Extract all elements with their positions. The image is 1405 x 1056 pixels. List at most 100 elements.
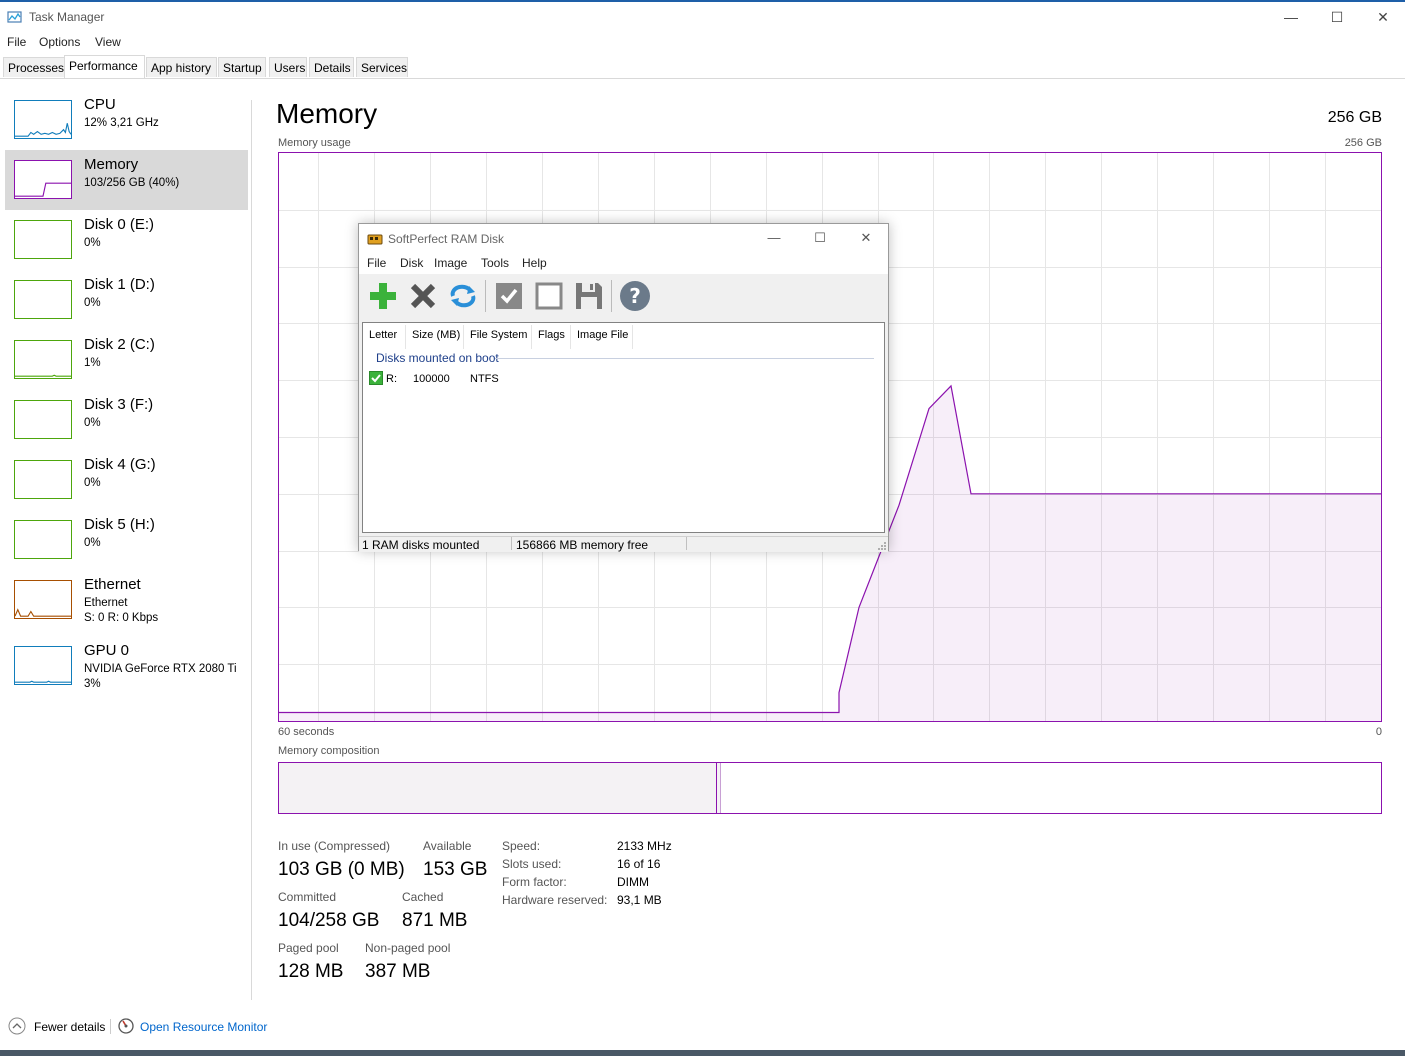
form-factor-value: DIMM [617,875,649,889]
sidebar-thumbnail-graph [14,520,72,559]
menu-file[interactable]: File [7,35,26,49]
column-image-file[interactable]: Image File [577,329,628,341]
sidebar-item-detail: Ethernet [84,597,128,609]
sidebar-item-disk-1-d[interactable]: Disk 1 (D:) 0% [5,270,248,330]
cached-label: Cached [402,890,444,904]
row-letter[interactable]: R: [386,373,397,385]
in-use-label: In use (Compressed) [278,839,391,853]
non-paged-pool-label: Non-paged pool [365,941,451,955]
resize-grip-icon[interactable] [877,540,887,550]
remove-disk-icon[interactable] [407,278,439,314]
sidebar-item-ethernet[interactable]: Ethernet Ethernet S: 0 R: 0 Kbps [5,570,248,630]
column-file-system[interactable]: File System [470,329,527,341]
footer-separator [110,1019,111,1034]
sidebar-thumbnail-graph [14,400,72,439]
ramdisk-window[interactable]: SoftPerfect RAM Disk — ☐ ✕ File Disk Ima… [358,223,889,552]
refresh-icon[interactable] [447,278,479,314]
available-value: 153 GB [423,859,488,880]
ramdisk-menu-file[interactable]: File [367,256,386,270]
memory-usage-max: 256 GB [1344,137,1382,149]
sidebar-item-detail: NVIDIA GeForce RTX 2080 Ti [84,663,237,675]
ramdisk-maximize-button[interactable]: ☐ [797,224,843,252]
sidebar-item-name: Disk 3 (F:) [84,396,154,413]
sidebar-item-cpu[interactable]: CPU 12% 3,21 GHz [5,90,248,150]
tab-startup[interactable]: Startup [218,57,266,77]
tab-users[interactable]: Users [269,57,307,77]
add-disk-icon[interactable] [367,278,399,314]
sidebar-item-detail: 103/256 GB (40%) [84,177,180,189]
ramdisk-window-title: SoftPerfect RAM Disk [388,232,505,246]
sidebar-item-detail: 0% [84,237,101,249]
sidebar-item-disk-0-e[interactable]: Disk 0 (E:) 0% [5,210,248,270]
minimize-button[interactable]: — [1268,2,1314,32]
help-icon[interactable]: ? [619,278,651,314]
sidebar-item-detail: 1% [84,357,101,369]
group-divider [495,358,874,359]
tab-app-history[interactable]: App history [146,57,217,77]
memory-composition-label: Memory composition [278,745,380,757]
column-separator [463,325,464,349]
ramdisk-app-icon [367,232,383,246]
taskbar-edge [0,1050,1405,1056]
tab-services[interactable]: Services [356,57,408,77]
column-size[interactable]: Size (MB) [412,329,460,341]
window-title: Task Manager [29,10,105,24]
speed-value: 2133 MHz [617,839,672,853]
chevron-up-icon[interactable] [8,1017,26,1035]
sidebar-thumbnail-graph [14,100,72,139]
sidebar-item-disk-5-h[interactable]: Disk 5 (H:) 0% [5,510,248,570]
sidebar-item-disk-4-g[interactable]: Disk 4 (G:) 0% [5,450,248,510]
composition-in-use [279,763,717,813]
sidebar-item-detail: 0% [84,477,101,489]
sidebar-thumbnail-graph [14,580,72,619]
maximize-button[interactable]: ☐ [1314,2,1360,32]
sidebar-item-detail-2: 3% [84,678,101,690]
sidebar-sparkline [14,608,71,617]
sidebar-sparkline [15,680,71,683]
toolbar-separator [485,280,486,312]
sidebar-item-memory[interactable]: Memory 103/256 GB (40%) [5,150,248,210]
sidebar-thumbnail-graph [14,646,72,685]
page-title: Memory [276,98,378,129]
composition-modified [717,763,721,813]
title-bar[interactable] [0,2,1405,32]
sidebar-item-name: Memory [84,156,139,173]
save-image-icon[interactable] [573,278,605,314]
group-header[interactable]: Disks mounted on boot [376,351,499,365]
status-disks-mounted: 1 RAM disks mounted [362,538,480,552]
sidebar-thumbnail-graph [14,280,72,319]
sidebar-item-disk-3-f[interactable]: Disk 3 (F:) 0% [5,390,248,450]
non-paged-pool-value: 387 MB [365,961,431,982]
column-separator [570,325,571,349]
sparkline-line [15,123,72,137]
ramdisk-menu-disk[interactable]: Disk [400,256,423,270]
open-resource-monitor-link[interactable]: Open Resource Monitor [140,1020,267,1034]
form-factor-label: Form factor: [502,875,567,889]
sidebar-item-name: Disk 5 (H:) [84,516,155,533]
ramdisk-menu-tools[interactable]: Tools [481,256,509,270]
memory-usage-label: Memory usage [278,137,351,149]
sidebar-item-disk-2-c[interactable]: Disk 2 (C:) 1% [5,330,248,390]
ramdisk-close-button[interactable]: ✕ [843,224,889,252]
column-separator [405,325,406,349]
ramdisk-minimize-button[interactable]: — [751,224,797,252]
tab-details[interactable]: Details [309,57,354,77]
unmount-square-icon[interactable] [533,278,565,314]
column-flags[interactable]: Flags [538,329,565,341]
ramdisk-menu-help[interactable]: Help [522,256,547,270]
menu-options[interactable]: Options [39,35,80,49]
tab-processes[interactable]: Processes [3,57,65,77]
menu-view[interactable]: View [95,35,121,49]
mount-check-icon[interactable] [493,278,525,314]
close-button[interactable]: ✕ [1360,2,1405,32]
checkbox-checked-icon[interactable] [369,371,383,385]
sidebar-item-name: Disk 0 (E:) [84,216,155,233]
sidebar-item-gpu-0[interactable]: GPU 0 NVIDIA GeForce RTX 2080 Ti 3% [5,636,248,696]
column-letter[interactable]: Letter [369,329,397,341]
tab-performance[interactable]: Performance [64,55,145,78]
ramdisk-menu-image[interactable]: Image [434,256,467,270]
task-manager-icon [7,10,23,24]
cached-value: 871 MB [402,910,468,931]
slots-value: 16 of 16 [617,857,661,871]
fewer-details-button[interactable]: Fewer details [34,1020,105,1034]
